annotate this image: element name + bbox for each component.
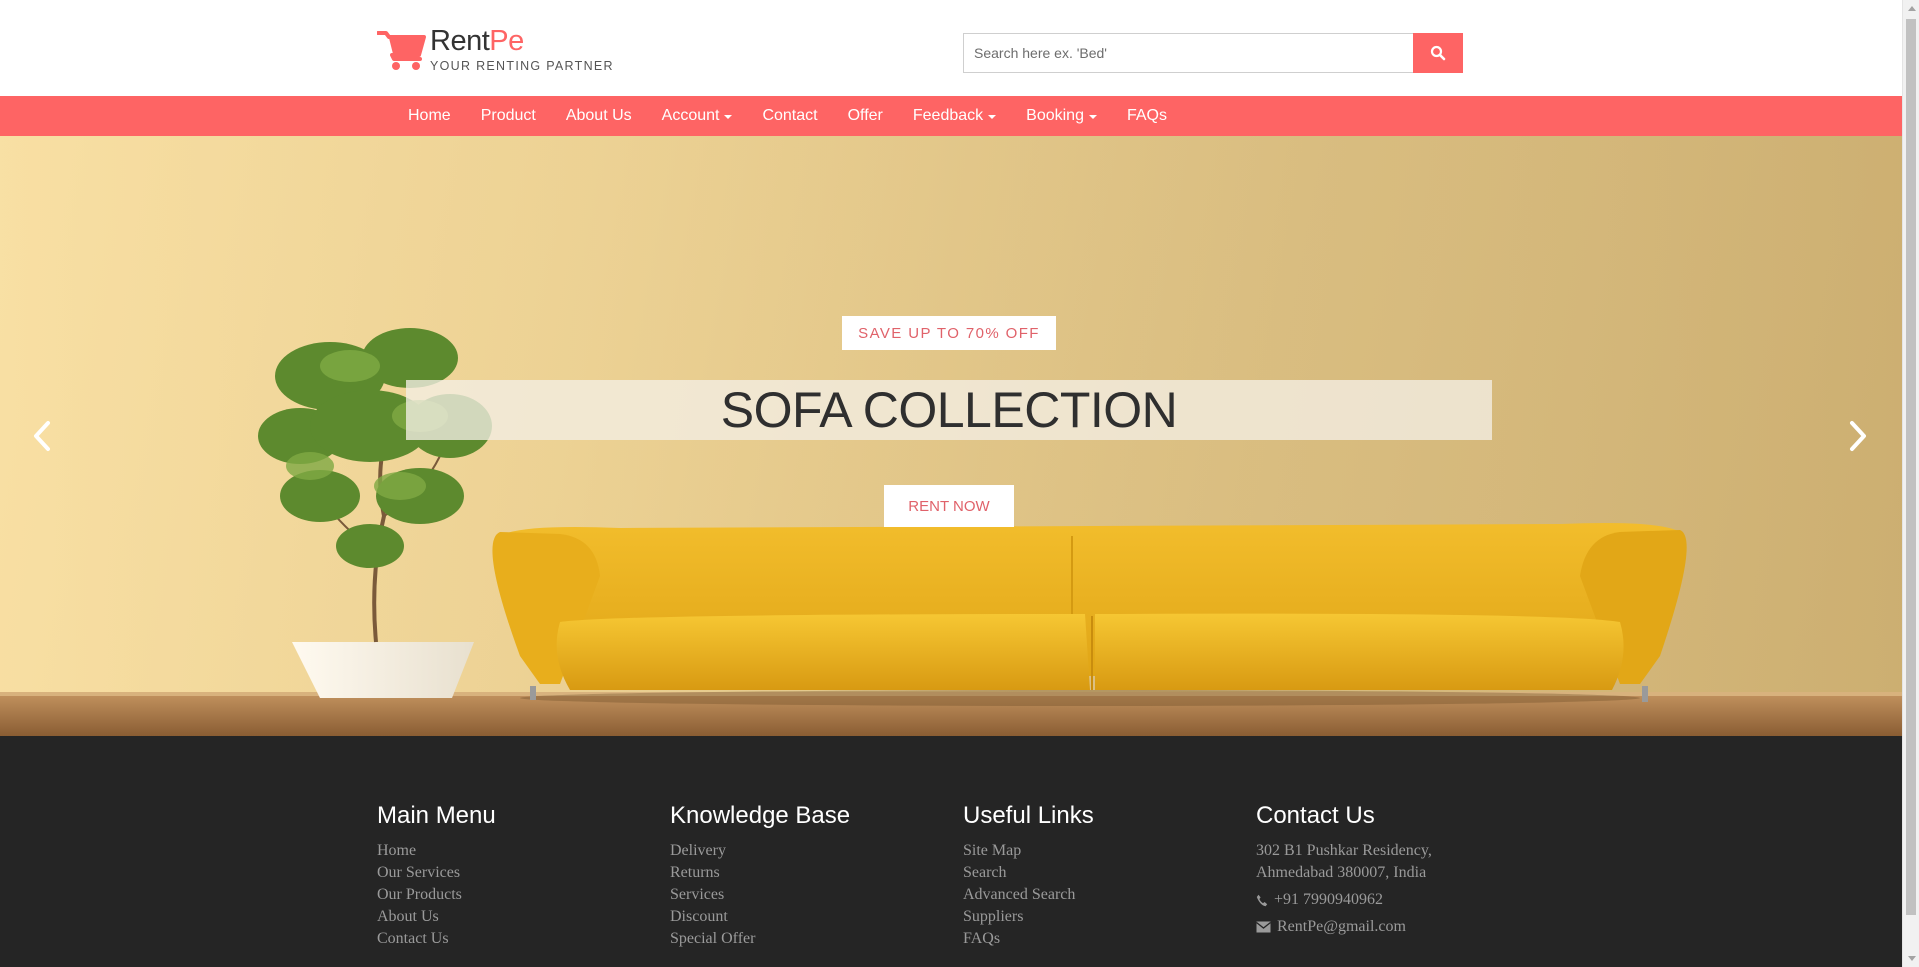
footer-link-advanced-search[interactable]: Advanced Search bbox=[963, 884, 1223, 906]
carousel-prev-button[interactable] bbox=[22, 416, 62, 456]
nav-item-label: Product bbox=[480, 107, 536, 124]
envelope-icon bbox=[1256, 921, 1271, 933]
nav-item-label: Booking bbox=[1026, 107, 1084, 124]
search-button[interactable] bbox=[1413, 33, 1463, 73]
nav-item-label: Feedback bbox=[912, 107, 984, 124]
nav-item-home[interactable]: Home bbox=[393, 96, 466, 136]
nav-item-contact[interactable]: Contact bbox=[747, 96, 832, 136]
footer-contact-us: Contact Us 302 B1 Pushkar Residency, Ahm… bbox=[1256, 802, 1556, 938]
hero-carousel: SAVE UP TO 70% OFF SOFA COLLECTION RENT … bbox=[0, 136, 1902, 736]
logo[interactable]: RentPe YOUR RENTING PARTNER bbox=[377, 24, 637, 76]
phone-icon bbox=[1256, 894, 1268, 906]
search-bar bbox=[963, 33, 1463, 73]
nav-item-label: Home bbox=[408, 107, 451, 124]
main-navbar: Home Product About Us Account Contact Of… bbox=[0, 96, 1902, 136]
chevron-left-icon bbox=[34, 421, 50, 451]
nav-menu: Home Product About Us Account Contact Of… bbox=[393, 96, 1182, 136]
search-icon bbox=[1430, 45, 1446, 61]
contact-address: 302 B1 Pushkar Residency, Ahmedabad 3800… bbox=[1256, 840, 1556, 884]
nav-item-label: Offer bbox=[847, 107, 883, 124]
brand-name: RentPe bbox=[430, 24, 524, 58]
footer-column-title: Main Menu bbox=[377, 802, 496, 829]
search-input[interactable] bbox=[963, 33, 1413, 73]
caret-down-icon bbox=[724, 115, 733, 119]
footer-link-special-offer[interactable]: Special Offer bbox=[670, 928, 930, 950]
caret-down-icon bbox=[1088, 115, 1097, 119]
footer-link-services[interactable]: Services bbox=[670, 884, 930, 906]
footer-link-list: Delivery Returns Services Discount Speci… bbox=[670, 840, 930, 950]
nav-item-feedback[interactable]: Feedback bbox=[898, 96, 1011, 136]
nav-item-account[interactable]: Account bbox=[647, 96, 748, 136]
nav-item-offer[interactable]: Offer bbox=[833, 96, 898, 136]
footer-link-our-services[interactable]: Our Services bbox=[377, 862, 637, 884]
address-line-2: Ahmedabad 380007, India bbox=[1256, 864, 1427, 881]
nav-item-product[interactable]: Product bbox=[466, 96, 551, 136]
nav-item-faqs[interactable]: FAQs bbox=[1112, 96, 1182, 136]
contact-email: RentPe@gmail.com bbox=[1256, 916, 1556, 938]
nav-item-label: FAQs bbox=[1126, 107, 1167, 124]
chevron-right-icon bbox=[1850, 421, 1866, 451]
nav-item-about-us[interactable]: About Us bbox=[551, 96, 647, 136]
shopping-cart-icon bbox=[377, 31, 426, 70]
scroll-down-arrow-icon[interactable] bbox=[1903, 950, 1919, 967]
footer-link-our-products[interactable]: Our Products bbox=[377, 884, 637, 906]
site-footer: Main Menu Home Our Services Our Products… bbox=[0, 736, 1902, 967]
footer-link-list: Home Our Services Our Products About Us … bbox=[377, 840, 637, 950]
nav-item-booking[interactable]: Booking bbox=[1011, 96, 1112, 136]
email-address[interactable]: RentPe@gmail.com bbox=[1277, 916, 1406, 938]
footer-column-title: Contact Us bbox=[1256, 802, 1375, 829]
footer-knowledge-base: Knowledge Base Delivery Returns Services… bbox=[670, 802, 930, 950]
footer-link-site-map[interactable]: Site Map bbox=[963, 840, 1223, 862]
hero-headline: SOFA COLLECTION bbox=[720, 382, 1178, 438]
footer-link-delivery[interactable]: Delivery bbox=[670, 840, 930, 862]
caret-down-icon bbox=[988, 115, 997, 119]
footer-main-menu: Main Menu Home Our Services Our Products… bbox=[377, 802, 637, 950]
footer-useful-links: Useful Links Site Map Search Advanced Se… bbox=[963, 802, 1223, 950]
footer-link-home[interactable]: Home bbox=[377, 840, 637, 862]
footer-link-faqs[interactable]: FAQs bbox=[963, 928, 1223, 950]
footer-link-discount[interactable]: Discount bbox=[670, 906, 930, 928]
carousel-next-button[interactable] bbox=[1838, 416, 1878, 456]
address-line-1: 302 B1 Pushkar Residency, bbox=[1256, 842, 1432, 859]
footer-column-title: Knowledge Base bbox=[670, 802, 851, 829]
footer-link-suppliers[interactable]: Suppliers bbox=[963, 906, 1223, 928]
brand-tagline: YOUR RENTING PARTNER bbox=[430, 59, 614, 73]
page-scrollbar[interactable] bbox=[1902, 0, 1919, 967]
nav-item-label: Account bbox=[661, 107, 720, 124]
footer-link-search[interactable]: Search bbox=[963, 862, 1223, 884]
footer-column-title: Useful Links bbox=[963, 802, 1094, 829]
footer-link-about-us[interactable]: About Us bbox=[377, 906, 637, 928]
footer-link-contact-us[interactable]: Contact Us bbox=[377, 928, 637, 950]
rent-now-button[interactable]: RENT NOW bbox=[884, 485, 1014, 527]
nav-item-label: About Us bbox=[565, 107, 632, 124]
phone-number: +91 7990940962 bbox=[1274, 891, 1384, 908]
nav-item-label: Contact bbox=[762, 107, 818, 124]
promo-badge: SAVE UP TO 70% OFF bbox=[842, 316, 1056, 350]
footer-link-list: Site Map Search Advanced Search Supplier… bbox=[963, 840, 1223, 950]
site-header: RentPe YOUR RENTING PARTNER bbox=[0, 0, 1902, 96]
contact-phone: +91 7990940962 bbox=[1256, 889, 1556, 911]
brand-name-part1: Rent bbox=[430, 25, 490, 57]
scrollbar-thumb[interactable] bbox=[1906, 19, 1916, 915]
scroll-up-arrow-icon[interactable] bbox=[1903, 0, 1919, 17]
brand-name-part2: Pe bbox=[489, 25, 524, 57]
footer-link-returns[interactable]: Returns bbox=[670, 862, 930, 884]
